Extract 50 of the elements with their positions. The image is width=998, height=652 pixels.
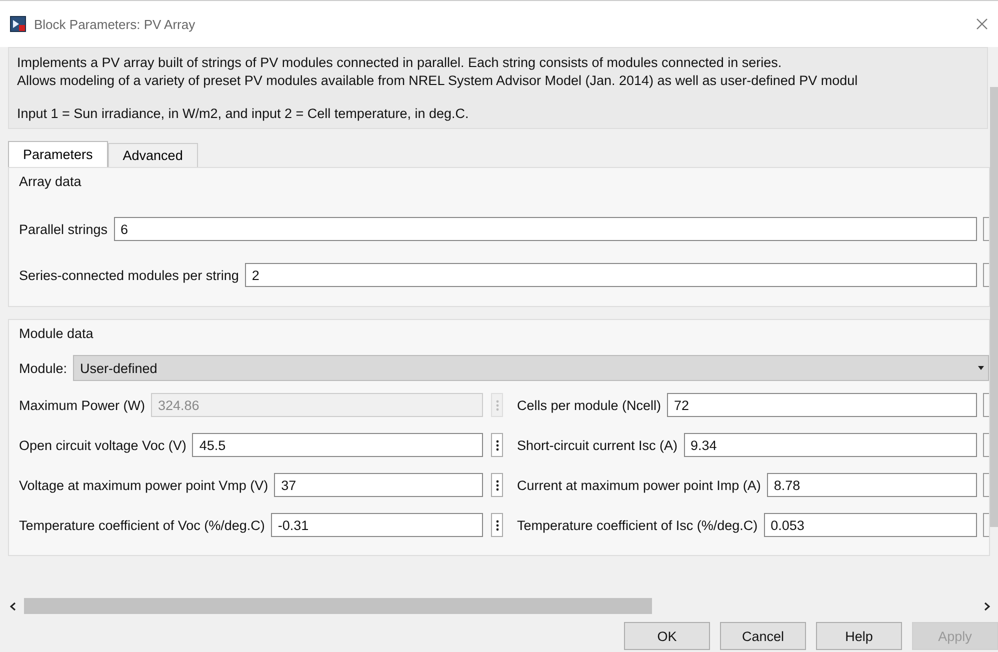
dialog-button[interactable]: Cancel (720, 622, 806, 650)
description-text: Implements a PV array built of strings of PV modules connected in parallel. Each string consists of modules connected in series. (17, 55, 783, 70)
vertical-dots-icon (496, 520, 498, 530)
group-title: Module data (19, 326, 94, 341)
dropdown-arrow-icon (978, 366, 984, 370)
description-text: Allows modeling of a variety of preset PV modules available from NREL System Advisor Model (Jan. 2014) as well as user-defined PV modul (17, 73, 859, 88)
vertical-dots-icon (496, 400, 498, 410)
dialog-button[interactable]: Help (816, 622, 902, 650)
more-options-button[interactable] (491, 433, 503, 457)
field-label: Open circuit voltage Voc (V) (19, 438, 186, 452)
dialog-button[interactable]: OK (624, 622, 710, 650)
app-icon (10, 16, 26, 32)
stub-button[interactable] (983, 473, 989, 497)
field-label: Cells per module (Ncell) (517, 398, 662, 412)
vertical-dots-icon (496, 440, 498, 450)
input-field[interactable]: 0.053 (764, 513, 977, 537)
field-label: Maximum Power (W) (19, 398, 146, 412)
field-label: Series-connected modules per string (19, 268, 239, 282)
field-label: Temperature coefficient of Isc (%/deg.C) (517, 518, 758, 532)
input-field[interactable]: 37 (274, 473, 483, 497)
tab[interactable]: Advanced (108, 143, 198, 167)
close-icon[interactable] (976, 18, 988, 30)
input-field[interactable]: 2 (244, 263, 977, 287)
input-field[interactable]: -0.31 (270, 513, 483, 537)
module-dropdown[interactable]: User-defined (73, 355, 989, 381)
scroll-right-icon[interactable] (984, 602, 990, 610)
scroll-left-icon[interactable] (10, 602, 16, 610)
input-field[interactable]: 45.5 (192, 433, 483, 457)
stub-button[interactable] (983, 513, 989, 537)
input-field[interactable]: 8.78 (766, 473, 977, 497)
vertical-dots-icon (496, 480, 498, 490)
field-label: Voltage at maximum power point Vmp (V) (19, 478, 268, 492)
window-title: Block Parameters: PV Array (34, 16, 196, 32)
input-field[interactable]: 9.34 (684, 433, 977, 457)
field-label: Current at maximum power point Imp (A) (517, 478, 761, 492)
description-text: Input 1 = Sun irradiance, in W/m2, and input 2 = Cell temperature, in deg.C. (17, 106, 470, 121)
more-options-button[interactable] (491, 513, 503, 537)
field-label: Module: (19, 360, 68, 376)
stub-button[interactable] (983, 263, 989, 287)
more-options-button[interactable] (491, 473, 503, 497)
tab[interactable]: Parameters (8, 141, 108, 167)
input-field[interactable]: 6 (114, 217, 977, 241)
stub-button[interactable] (983, 433, 989, 457)
stub-button[interactable] (983, 217, 989, 241)
field-label: Short-circuit current Isc (A) (517, 438, 678, 452)
field-label: Temperature coefficient of Voc (%/deg.C) (19, 518, 265, 532)
stub-button[interactable] (983, 393, 989, 417)
group-title: Array data (19, 174, 82, 189)
field-label: Parallel strings (19, 222, 108, 236)
input-field[interactable]: 72 (667, 393, 977, 417)
